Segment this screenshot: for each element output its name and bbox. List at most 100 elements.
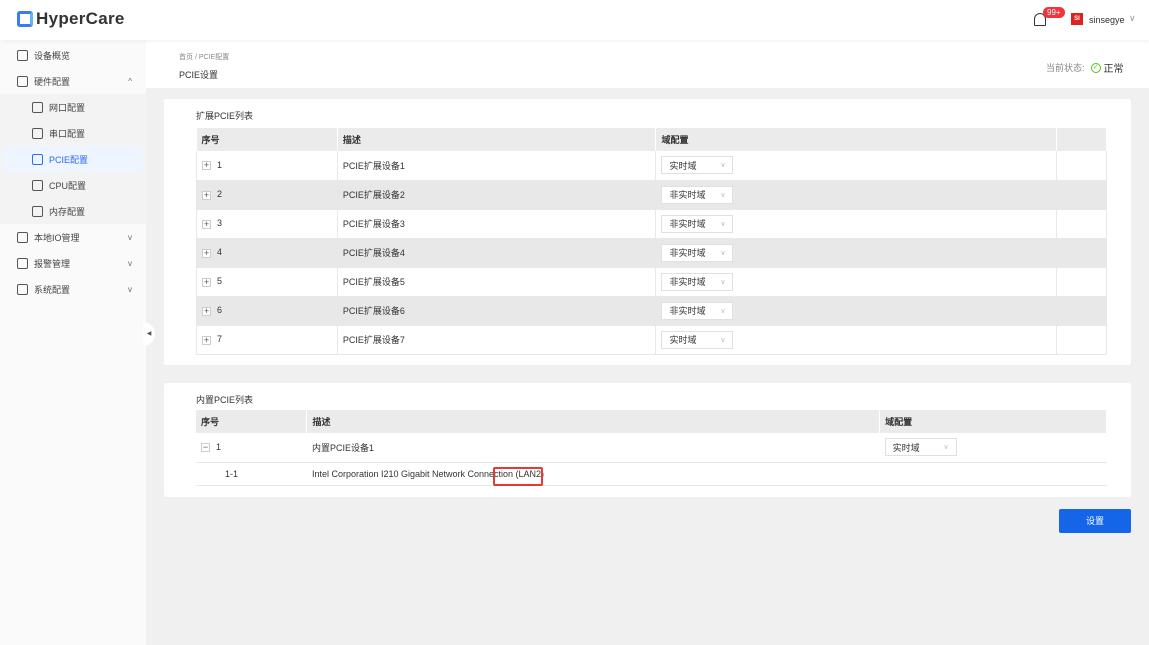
cpu-icon: [32, 179, 43, 191]
domain-select-value: 非实时域: [669, 248, 706, 258]
notification-badge: 99+: [1043, 7, 1065, 18]
collapse-row-icon[interactable]: −: [201, 443, 210, 453]
sidebar-item-overview[interactable]: 设备概览: [0, 42, 146, 68]
empty-cell: [1056, 238, 1107, 268]
breadcrumb: 首页 / PCIE配置: [179, 52, 229, 62]
row-description: PCIE扩展设备6: [337, 296, 657, 326]
expansion-pcie-card: 扩展PCIE列表 序号 描述 域配置 +1 PCIE扩展设备1 实时域 ∨ +2 …: [164, 99, 1131, 365]
sidebar-item-alarm[interactable]: 报警管理 v: [0, 250, 146, 276]
chevron-down-icon: v: [128, 284, 132, 294]
io-icon: [17, 231, 28, 243]
sidebar-item-network[interactable]: 网口配置: [0, 94, 146, 120]
row-description: PCIE扩展设备7: [337, 325, 657, 355]
chevron-down-icon: ∨: [720, 162, 726, 170]
domain-select[interactable]: 实时域 ∨: [884, 438, 957, 457]
avatar[interactable]: SI: [1071, 13, 1083, 25]
table-row: +5 PCIE扩展设备5 非实时域 ∨: [196, 267, 1107, 297]
expand-row-icon[interactable]: +: [202, 306, 211, 316]
table-row: +6 PCIE扩展设备6 非实时域 ∨: [196, 296, 1107, 326]
table-row: +4 PCIE扩展设备4 非实时域 ∨: [196, 238, 1107, 268]
chevron-down-icon: ∨: [720, 249, 726, 257]
page-title: PCIE设置: [179, 70, 219, 80]
sidebar-item-system[interactable]: 系统配置 v: [0, 276, 146, 302]
network-icon: [32, 101, 43, 113]
row-index: 3: [217, 218, 223, 229]
expand-row-icon[interactable]: +: [202, 161, 211, 171]
sidebar-item-memory[interactable]: 内存配置: [0, 198, 146, 224]
expansion-pcie-table: 序号 描述 域配置 +1 PCIE扩展设备1 实时域 ∨ +2 PCIE扩展设备2…: [196, 128, 1107, 355]
domain-select[interactable]: 非实时域 ∨: [661, 243, 734, 262]
app-logo[interactable]: HyperCare: [17, 9, 125, 29]
expand-row-icon[interactable]: +: [202, 335, 211, 345]
empty-cell: [1056, 180, 1107, 210]
hardware-submenu: 网口配置 串口配置 PCIE配置 CPU配置 内存配置: [0, 94, 146, 224]
top-header: HyperCare 99+ SI sinsegye ∨: [0, 0, 1149, 40]
builtin-pcie-card: 内置PCIE列表 序号 描述 域配置 −1 内置PCIE设备1 实时域 ∨ 1-1…: [164, 383, 1131, 497]
column-header: 序号: [196, 128, 338, 151]
expand-row-icon[interactable]: +: [202, 248, 211, 258]
domain-select[interactable]: 非实时域 ∨: [661, 301, 734, 320]
empty-cell: [1056, 209, 1107, 239]
table-row-child: 1-1 Intel Corporation I210 Gigabit Netwo…: [196, 462, 1107, 486]
domain-select-value: 实时域: [669, 160, 697, 171]
chevron-down-icon: ∨: [720, 278, 726, 286]
app-name: HyperCare: [36, 9, 125, 28]
set-button[interactable]: 设置: [1059, 509, 1131, 533]
serial-icon: [32, 127, 43, 139]
memory-icon: [32, 205, 43, 217]
domain-select-value: 非实时域: [669, 190, 706, 200]
row-index: 6: [217, 305, 223, 316]
row-index: 2: [217, 189, 223, 200]
sidebar-item-local-io[interactable]: 本地IO管理 v: [0, 224, 146, 250]
chevron-down-icon[interactable]: ∨: [1129, 13, 1136, 24]
column-header: 序号: [196, 410, 308, 433]
table-row: +1 PCIE扩展设备1 实时域 ∨: [196, 151, 1107, 181]
page-header: 首页 / PCIE配置 PCIE设置 当前状态: ✓ 正常: [146, 40, 1149, 88]
sidebar-item-label: 内存配置: [49, 206, 86, 217]
table-row: +3 PCIE扩展设备3 非实时域 ∨: [196, 209, 1107, 239]
domain-select[interactable]: 非实时域 ∨: [661, 185, 734, 204]
sidebar-item-label: PCIE配置: [49, 154, 89, 165]
domain-select[interactable]: 非实时域 ∨: [661, 214, 734, 233]
row-description: PCIE扩展设备3: [337, 209, 657, 239]
alarm-icon: [17, 257, 28, 269]
domain-select[interactable]: 实时域 ∨: [661, 330, 734, 349]
chevron-down-icon: ∨: [720, 191, 726, 199]
expand-row-icon[interactable]: +: [202, 190, 211, 200]
sidebar-item-label: CPU配置: [49, 180, 87, 191]
pcie-icon: [32, 153, 43, 165]
chevron-down-icon: ∨: [720, 307, 726, 315]
row-description: PCIE扩展设备2: [337, 180, 657, 210]
domain-select[interactable]: 实时域 ∨: [661, 156, 734, 175]
chevron-down-icon: ∨: [720, 336, 726, 344]
username[interactable]: sinsegye: [1089, 15, 1125, 25]
section-title: 扩展PCIE列表: [196, 111, 254, 121]
sidebar-item-pcie[interactable]: PCIE配置: [3, 146, 143, 172]
sidebar-item-hardware[interactable]: 硬件配置 ^: [0, 68, 146, 94]
row-index: 5: [217, 276, 223, 287]
domain-select-value: 实时域: [892, 442, 920, 453]
column-header: 描述: [337, 128, 657, 151]
sidebar-item-serial[interactable]: 串口配置: [0, 120, 146, 146]
row-index: 7: [217, 334, 223, 345]
empty-cell: [1056, 325, 1107, 355]
row-description: PCIE扩展设备1: [337, 151, 657, 181]
domain-select-value: 非实时域: [669, 306, 706, 316]
expand-row-icon[interactable]: +: [202, 219, 211, 229]
logo-icon: [17, 11, 33, 27]
status-value: 正常: [1103, 64, 1124, 75]
sidebar-item-cpu[interactable]: CPU配置: [0, 172, 146, 198]
chevron-up-icon: ^: [128, 76, 132, 86]
sidebar-item-label: 报警管理: [34, 258, 71, 269]
row-description: 内置PCIE设备1: [306, 433, 880, 463]
status-label: 当前状态:: [1046, 63, 1085, 73]
sidebar-collapse-button[interactable]: ◀: [143, 322, 155, 346]
domain-select[interactable]: 非实时域 ∨: [661, 272, 734, 291]
expand-row-icon[interactable]: +: [202, 277, 211, 287]
column-header: 域配置: [879, 410, 1107, 433]
sidebar-item-label: 网口配置: [49, 102, 86, 113]
row-description: PCIE扩展设备4: [337, 238, 657, 268]
breadcrumb-home[interactable]: 首页: [179, 54, 193, 61]
table-row: +2 PCIE扩展设备2 非实时域 ∨: [196, 180, 1107, 210]
chevron-down-icon: v: [128, 258, 132, 268]
